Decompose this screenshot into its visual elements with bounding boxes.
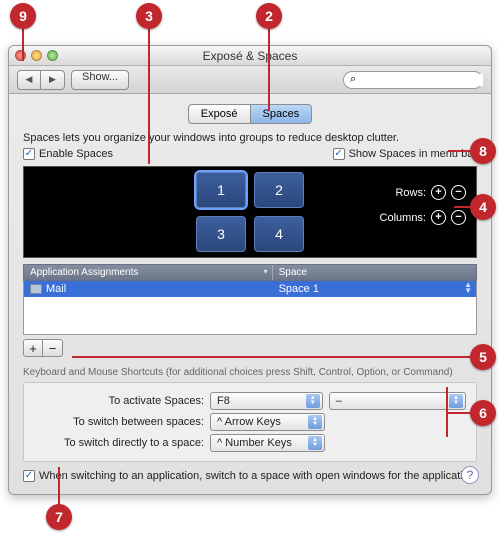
tab-spaces[interactable]: Spaces [251, 104, 313, 124]
tab-expose[interactable]: Exposé [188, 104, 251, 124]
enable-spaces-checkbox[interactable]: ✓ Enable Spaces [23, 148, 113, 160]
space-2[interactable]: 2 [254, 172, 304, 208]
checkbox-icon: ✓ [23, 148, 35, 160]
spaces-grid-panel: 1 2 3 4 Rows: + − Columns: + − [23, 166, 477, 258]
switch-key-value: ^ Arrow Keys [217, 416, 281, 428]
space-1[interactable]: 1 [196, 172, 246, 208]
toolbar: ◀ ▶ Show... ⌕ [9, 66, 491, 94]
close-icon[interactable] [15, 50, 26, 61]
annotation-4: 4 [470, 194, 496, 220]
search-icon: ⌕ [350, 73, 356, 86]
direct-label: To switch directly to a space: [34, 437, 204, 449]
activate-label: To activate Spaces: [34, 395, 204, 407]
assignment-app: Mail [46, 283, 66, 295]
columns-label: Columns: [380, 212, 426, 224]
rows-label: Rows: [395, 187, 426, 199]
forward-button[interactable]: ▶ [41, 70, 65, 90]
checkbox-icon: ✓ [333, 148, 345, 160]
activate-key-popup[interactable]: F8 ▲▼ [210, 392, 323, 410]
intro-text: Spaces lets you organize your windows in… [23, 132, 477, 144]
annotation-7: 7 [46, 504, 72, 530]
switch-to-app-checkbox[interactable]: ✓ When switching to an application, swit… [23, 470, 477, 482]
annotation-6: 6 [470, 400, 496, 426]
annotation-5: 5 [470, 344, 496, 370]
popup-arrows-icon[interactable]: ▲▼ [464, 282, 472, 294]
switch-key-popup[interactable]: ^ Arrow Keys ▲▼ [210, 413, 325, 431]
assignments-list[interactable]: Mail Space 1 ▲▼ [23, 281, 477, 335]
popup-arrows-icon: ▲▼ [308, 415, 322, 429]
direct-key-popup[interactable]: ^ Number Keys ▲▼ [210, 434, 325, 452]
activate-mouse-value: – [336, 395, 342, 407]
popup-arrows-icon: ▲▼ [449, 394, 463, 408]
minimize-icon[interactable] [31, 50, 42, 61]
add-assignment-button[interactable]: + [23, 339, 43, 357]
space-3[interactable]: 3 [196, 216, 246, 252]
search-input[interactable] [360, 74, 483, 86]
help-button[interactable]: ? [461, 466, 479, 484]
annotation-3: 3 [136, 3, 162, 29]
annotation-9: 9 [10, 3, 36, 29]
switch-label: To switch between spaces: [34, 416, 204, 428]
rows-remove-button[interactable]: − [451, 185, 466, 200]
direct-key-value: ^ Number Keys [217, 437, 292, 449]
rows-add-button[interactable]: + [431, 185, 446, 200]
switch-to-app-label: When switching to an application, switch… [39, 470, 475, 482]
zoom-icon[interactable] [47, 50, 58, 61]
assignment-row[interactable]: Mail Space 1 ▲▼ [24, 281, 476, 297]
remove-assignment-button[interactable]: − [43, 339, 63, 357]
checkbox-icon: ✓ [23, 470, 35, 482]
activate-key-value: F8 [217, 395, 230, 407]
back-button[interactable]: ◀ [17, 70, 41, 90]
columns-add-button[interactable]: + [431, 210, 446, 225]
assignment-space: Space 1 [279, 283, 319, 295]
shortcuts-header: Keyboard and Mouse Shortcuts (for additi… [23, 367, 477, 378]
annotation-2: 2 [256, 3, 282, 29]
annotation-8: 8 [470, 138, 496, 164]
show-all-button[interactable]: Show... [71, 70, 129, 90]
col-space[interactable]: Space [273, 265, 476, 280]
columns-remove-button[interactable]: − [451, 210, 466, 225]
window-title: Exposé & Spaces [203, 49, 298, 63]
titlebar: Exposé & Spaces [9, 46, 491, 66]
col-application[interactable]: Application Assignments [24, 265, 273, 280]
preferences-window: Exposé & Spaces ◀ ▶ Show... ⌕ Exposé Spa… [8, 45, 492, 495]
popup-arrows-icon: ▲▼ [308, 436, 322, 450]
space-4[interactable]: 4 [254, 216, 304, 252]
enable-spaces-label: Enable Spaces [39, 148, 113, 160]
app-icon [30, 284, 42, 294]
tab-bar: Exposé Spaces [188, 104, 312, 124]
popup-arrows-icon: ▲▼ [306, 394, 320, 408]
assignments-header: Application Assignments Space [23, 264, 477, 281]
search-field[interactable]: ⌕ [343, 71, 483, 89]
